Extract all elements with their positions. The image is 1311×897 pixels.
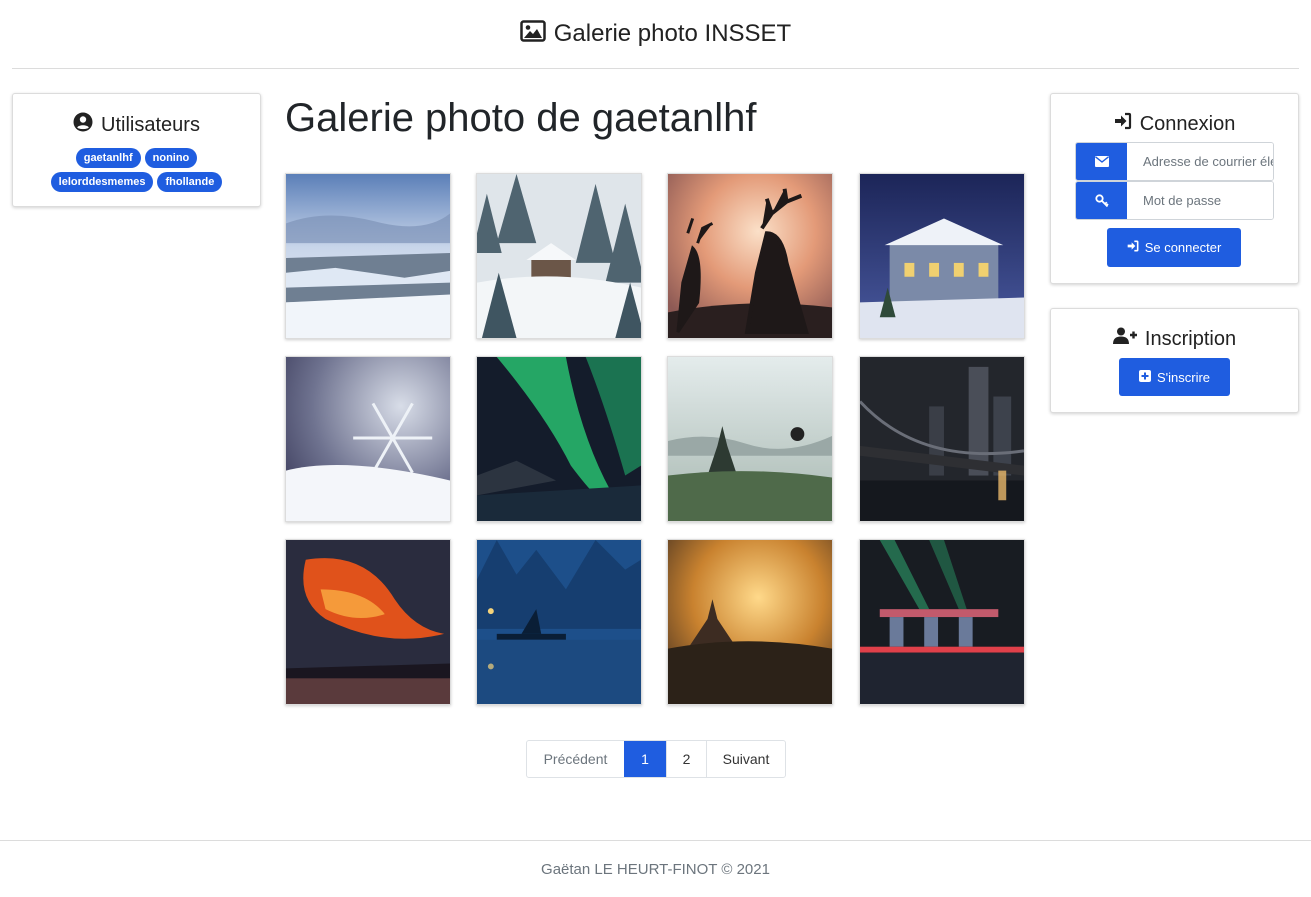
photo-thumbnail[interactable] (667, 539, 833, 705)
fisherman-river-photo (477, 540, 641, 704)
photo-thumbnail[interactable] (285, 539, 451, 705)
register-button-label: S'inscrire (1156, 369, 1211, 385)
register-title: Inscription (1144, 327, 1237, 350)
user-plus-icon (1112, 327, 1137, 351)
photo-thumbnail[interactable] (476, 539, 642, 705)
users-title: Utilisateurs (101, 113, 200, 136)
footer: Gaëtan LE HEURT-FINOT © 2021 (0, 840, 1311, 897)
user-badge[interactable]: gaetanlhf (75, 148, 141, 168)
email-input[interactable] (1127, 143, 1273, 180)
pagination-page-1[interactable]: 1 (624, 741, 666, 777)
sign-in-icon (1114, 112, 1132, 136)
login-card-title: Connexion (1051, 112, 1298, 136)
marina-bay-night-photo (860, 540, 1024, 704)
page-title: Galerie photo de gaetanlhf (285, 96, 757, 140)
pagination-prev[interactable]: Précédent (527, 741, 624, 777)
register-card: Inscription S'inscrire (1050, 308, 1299, 413)
login-title: Connexion (1139, 112, 1236, 135)
envelope-icon (1076, 143, 1127, 180)
photo-thumbnail[interactable] (476, 173, 642, 339)
password-input[interactable] (1127, 182, 1273, 219)
user-badge[interactable]: nonino (144, 148, 198, 168)
password-input-group (1075, 181, 1274, 220)
site-title: Galerie photo INSSET (553, 20, 792, 47)
user-badge[interactable]: lelorddesmemes (50, 172, 154, 192)
register-card-title: Inscription (1051, 327, 1298, 351)
photo-thumbnail[interactable] (859, 173, 1025, 339)
email-input-group (1075, 142, 1274, 181)
photo-thumbnail[interactable] (859, 356, 1025, 522)
user-badge[interactable]: fhollande (157, 172, 223, 192)
users-card: Utilisateurs gaetanlhf nonino lelorddesm… (12, 93, 261, 207)
photo-thumbnail[interactable] (667, 173, 833, 339)
aurora-photo (477, 357, 641, 521)
user-list: gaetanlhf nonino lelorddesmemes fholland… (13, 138, 260, 192)
bridge-night-photo (860, 357, 1024, 521)
plus-square-icon (1138, 369, 1151, 385)
photo-thumbnail[interactable] (285, 356, 451, 522)
key-icon (1076, 182, 1127, 219)
photo-gallery (285, 173, 1026, 706)
snowy-mansion-photo (860, 174, 1024, 338)
brand[interactable]: Galerie photo INSSET (520, 19, 792, 49)
login-button-label: Se connecter (1144, 240, 1222, 255)
sign-in-icon (1127, 240, 1139, 255)
red-cloud-sunset-photo (286, 540, 450, 704)
user-circle-icon (73, 112, 93, 138)
login-card: Connexion Se connecter (1050, 93, 1299, 284)
photo-thumbnail[interactable] (476, 356, 642, 522)
photo-thumbnail[interactable] (859, 539, 1025, 705)
temple-sunset-photo (668, 540, 832, 704)
site-header: Galerie photo INSSET (12, 0, 1299, 69)
pagination: Précédent 1 2 Suivant (526, 740, 786, 778)
photo-thumbnail[interactable] (285, 173, 451, 339)
frozen-waterfall-photo (286, 174, 450, 338)
footer-copyright: Gaëtan LE HEURT-FINOT © 2021 (541, 860, 770, 878)
login-button[interactable]: Se connecter (1107, 228, 1241, 267)
register-button[interactable]: S'inscrire (1119, 358, 1230, 396)
pagination-page-2[interactable]: 2 (666, 741, 706, 777)
users-card-title: Utilisateurs (13, 112, 260, 138)
snowflake-photo (286, 357, 450, 521)
pagination-next[interactable]: Suivant (706, 741, 785, 777)
photo-thumbnail[interactable] (667, 356, 833, 522)
temples-balloon-photo (668, 357, 832, 521)
deer-sunset-photo (668, 174, 832, 338)
image-icon (520, 19, 546, 49)
snowy-cabin-photo (477, 174, 641, 338)
